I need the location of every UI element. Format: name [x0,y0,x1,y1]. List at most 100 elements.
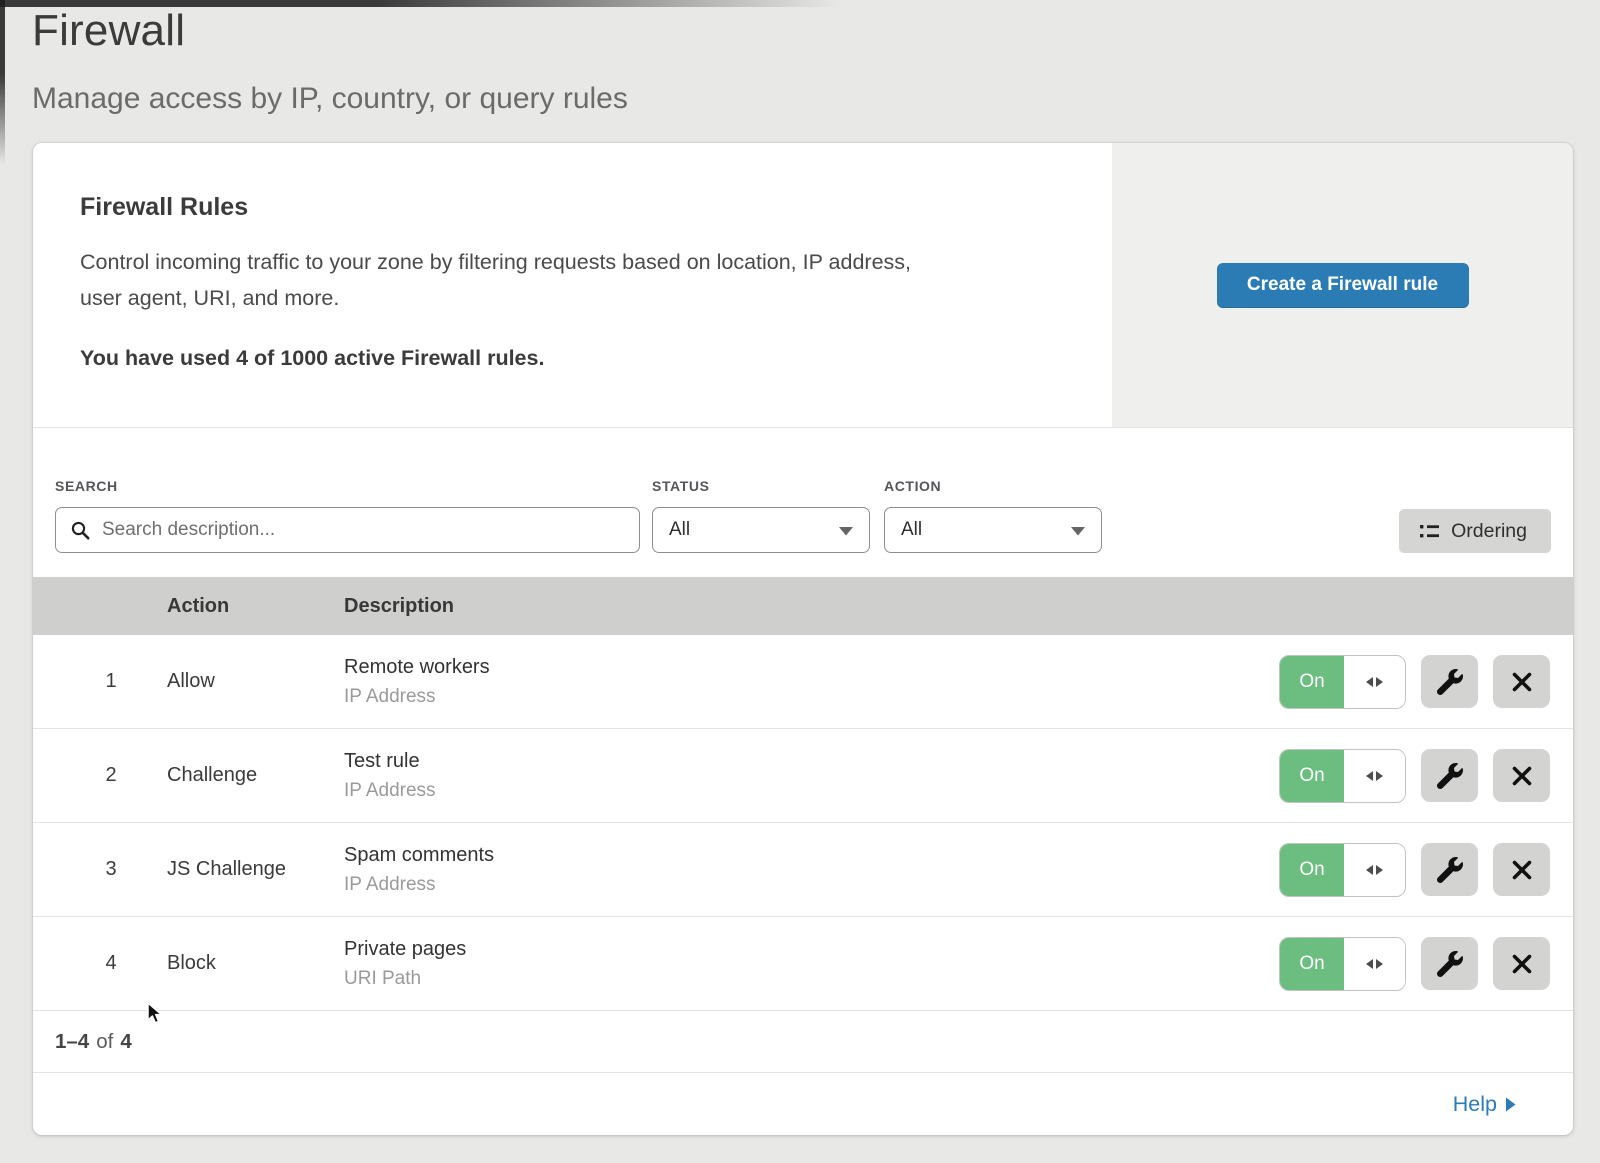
firewall-rules-card: Firewall Rules Control incoming traffic … [33,143,1573,1135]
status-select[interactable]: All [652,507,870,553]
intro-action-panel: Create a Firewall rule [1112,143,1573,427]
action-select[interactable]: All [884,507,1102,553]
edit-rule-button[interactable] [1421,843,1478,896]
chevron-down-icon [1071,527,1085,536]
toggle-on-label: On [1280,656,1344,708]
status-select-value: All [669,519,690,541]
table-row: 4 Block Private pages URI Path On [33,917,1573,1011]
intro-description-line1: Control incoming traffic to your zone by… [80,244,1052,280]
pagination-range: 1–4 [55,1030,89,1054]
rule-action: Challenge [167,764,344,787]
search-icon [70,520,91,541]
rule-controls: On [1243,843,1573,897]
filter-bar: SEARCH STATUS All ACTION All [33,428,1573,577]
rule-description: Spam comments [344,844,1243,867]
toggle-handle[interactable] [1344,750,1405,802]
page-header: Firewall Manage access by IP, country, o… [32,6,628,116]
toggle-on-label: On [1280,844,1344,896]
pagination-of: of [89,1030,120,1054]
rule-description-cell: Remote workers IP Address [344,656,1243,708]
delete-rule-button[interactable] [1493,937,1550,990]
rules-table-body: 1 Allow Remote workers IP Address On [33,635,1573,1011]
rule-priority: 2 [33,764,167,787]
rule-enabled-toggle[interactable]: On [1279,843,1406,897]
edit-rule-button[interactable] [1421,937,1478,990]
rule-priority: 3 [33,858,167,881]
ordering-button-label: Ordering [1451,520,1527,543]
ordering-button[interactable]: Ordering [1399,509,1551,553]
close-icon [1510,952,1534,976]
intro-section: Firewall Rules Control incoming traffic … [33,143,1573,428]
rule-match-field: IP Address [344,686,1243,708]
help-link[interactable]: Help [1453,1092,1516,1117]
toggle-on-label: On [1280,938,1344,990]
rule-description: Test rule [344,750,1243,773]
close-icon [1510,858,1534,882]
rule-description: Private pages [344,938,1243,961]
delete-rule-button[interactable] [1493,843,1550,896]
rule-description-cell: Private pages URI Path [344,938,1243,990]
page-title: Firewall [32,6,628,56]
rule-enabled-toggle[interactable]: On [1279,749,1406,803]
arrow-left-icon [1366,865,1373,875]
close-icon [1510,764,1534,788]
arrow-right-icon [1376,771,1383,781]
toggle-handle[interactable] [1344,938,1405,990]
wrench-icon [1437,951,1463,977]
arrow-right-icon [1376,677,1383,687]
arrow-right-icon [1376,959,1383,969]
search-input[interactable] [55,507,640,553]
rule-description: Remote workers [344,656,1243,679]
toggle-handle[interactable] [1344,656,1405,708]
toggle-handle[interactable] [1344,844,1405,896]
help-row: Help [33,1073,1573,1135]
intro-text-block: Firewall Rules Control incoming traffic … [33,143,1112,427]
wrench-icon [1437,763,1463,789]
page-subtitle: Manage access by IP, country, or query r… [32,82,628,116]
delete-rule-button[interactable] [1493,749,1550,802]
rule-match-field: IP Address [344,780,1243,802]
edit-rule-button[interactable] [1421,655,1478,708]
table-row: 1 Allow Remote workers IP Address On [33,635,1573,729]
intro-description: Control incoming traffic to your zone by… [80,244,1052,316]
pagination: 1–4of4 [33,1011,1573,1073]
intro-heading: Firewall Rules [80,193,1052,222]
column-header-action: Action [167,595,344,618]
window-edge-left [0,0,5,165]
wrench-icon [1437,857,1463,883]
help-link-label: Help [1453,1092,1497,1117]
rule-enabled-toggle[interactable]: On [1279,937,1406,991]
action-select-value: All [901,519,922,541]
search-label: SEARCH [55,478,640,494]
rule-controls: On [1243,655,1573,709]
close-icon [1510,670,1534,694]
table-row: 2 Challenge Test rule IP Address On [33,729,1573,823]
arrow-left-icon [1366,959,1373,969]
toggle-on-label: On [1280,750,1344,802]
rule-enabled-toggle[interactable]: On [1279,655,1406,709]
edit-rule-button[interactable] [1421,749,1478,802]
chevron-down-icon [839,527,853,536]
ordered-list-icon [1419,522,1440,541]
rule-action: Block [167,952,344,975]
rule-controls: On [1243,749,1573,803]
arrow-right-icon [1376,865,1383,875]
table-header: Action Description [33,577,1573,635]
rules-usage-text: You have used 4 of 1000 active Firewall … [80,346,1052,371]
status-label: STATUS [652,478,870,494]
rule-controls: On [1243,937,1573,991]
create-firewall-rule-button[interactable]: Create a Firewall rule [1217,263,1469,308]
column-header-description: Description [344,595,1243,618]
rule-match-field: URI Path [344,968,1243,990]
delete-rule-button[interactable] [1493,655,1550,708]
rule-priority: 4 [33,952,167,975]
action-label: ACTION [884,478,1102,494]
wrench-icon [1437,669,1463,695]
rule-match-field: IP Address [344,874,1243,896]
rule-description-cell: Spam comments IP Address [344,844,1243,896]
pagination-total: 4 [120,1030,131,1054]
intro-description-line2: user agent, URI, and more. [80,280,1052,316]
rule-description-cell: Test rule IP Address [344,750,1243,802]
rule-action: JS Challenge [167,858,344,881]
rule-priority: 1 [33,670,167,693]
